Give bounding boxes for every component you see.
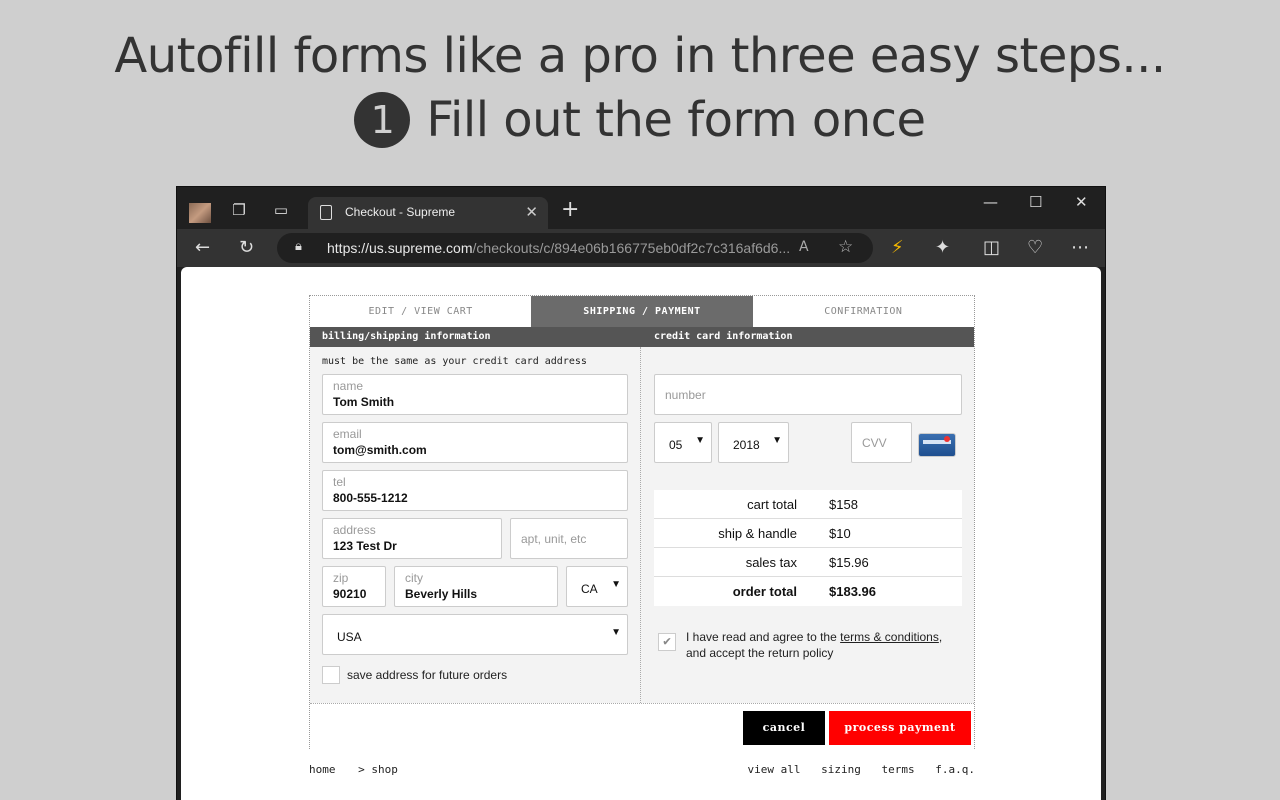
city-label: city xyxy=(405,571,423,585)
save-address-label: save address for future orders xyxy=(347,668,508,682)
chevron-down-icon: ▼ xyxy=(611,627,621,638)
tel-value: 800-555-1212 xyxy=(333,491,408,505)
step-edit-cart[interactable]: EDIT / VIEW CART xyxy=(310,296,531,327)
footer-terms-link[interactable]: terms xyxy=(882,763,915,776)
address-label: address xyxy=(333,523,376,537)
footer-shop-link[interactable]: > shop xyxy=(358,763,398,776)
exp-month-select[interactable]: 05 ▼ xyxy=(654,422,712,463)
step-number-badge: 1 xyxy=(354,92,411,148)
totals-row: sales tax $15.96 xyxy=(654,548,962,577)
footer-home-link[interactable]: home xyxy=(309,763,336,776)
chevron-down-icon: ▼ xyxy=(611,579,621,590)
checkout-form: EDIT / VIEW CART SHIPPING / PAYMENT CONF… xyxy=(309,295,975,749)
checkmark-icon: ✔ xyxy=(663,634,671,649)
city-field[interactable]: city Beverly Hills xyxy=(394,566,558,607)
maximize-icon[interactable]: ☐ xyxy=(1029,193,1042,211)
tab-checkout[interactable]: Checkout - Supreme ✕ xyxy=(308,197,548,229)
close-tab-icon[interactable]: ✕ xyxy=(525,203,538,221)
back-icon[interactable]: ← xyxy=(195,238,210,258)
workspaces-icon[interactable]: ❐ xyxy=(230,201,248,219)
page-viewport: EDIT / VIEW CART SHIPPING / PAYMENT CONF… xyxy=(181,267,1101,800)
city-value: Beverly Hills xyxy=(405,587,478,601)
order-totals: cart total $158 ship & handle $10 sales ta… xyxy=(654,490,962,606)
chevron-down-icon: ▼ xyxy=(695,435,705,446)
name-label: name xyxy=(333,379,364,393)
billing-heading: billing/shipping information xyxy=(322,331,491,342)
footer-sizing-link[interactable]: sizing xyxy=(821,763,861,776)
card-section: number 05 ▼ 2018 ▼ CVV cart total $158 s… xyxy=(642,347,974,703)
page-icon xyxy=(320,205,332,220)
country-select[interactable]: USA ▼ xyxy=(322,614,628,655)
billing-note: must be the same as your credit card add… xyxy=(322,356,587,367)
address-value: 123 Test Dr xyxy=(333,539,397,553)
footer-faq-link[interactable]: f.a.q. xyxy=(935,763,975,776)
tel-label: tel xyxy=(333,475,346,489)
cvv-field[interactable]: CVV xyxy=(851,422,912,463)
cancel-button[interactable]: cancel xyxy=(743,711,825,745)
address-bar[interactable]: 🔒︎ https://us.supreme.com/checkouts/c/89… xyxy=(277,233,873,263)
tel-field[interactable]: tel 800-555-1212 xyxy=(322,470,628,511)
terms-checkbox[interactable]: ✔ xyxy=(658,633,676,651)
close-window-icon[interactable]: ✕ xyxy=(1075,193,1088,211)
card-number-field[interactable]: number xyxy=(654,374,962,415)
credit-card-icon xyxy=(918,433,956,457)
favorite-star-icon[interactable]: ☆ xyxy=(838,237,853,257)
tab-title: Checkout - Supreme xyxy=(345,205,456,219)
exp-year-value: 2018 xyxy=(733,438,760,452)
card-heading: credit card information xyxy=(654,331,793,342)
name-value: Tom Smith xyxy=(333,395,395,409)
process-payment-button[interactable]: process payment xyxy=(829,711,971,745)
exp-year-select[interactable]: 2018 ▼ xyxy=(718,422,789,463)
apt-placeholder: apt, unit, etc xyxy=(521,532,587,546)
url-text: https://us.supreme.com/checkouts/c/894e0… xyxy=(327,240,791,256)
section-headers: billing/shipping information credit card… xyxy=(310,327,974,347)
name-field[interactable]: name Tom Smith xyxy=(322,374,628,415)
footer-view-all-link[interactable]: view all xyxy=(748,763,801,776)
totals-row: cart total $158 xyxy=(654,490,962,519)
address-field[interactable]: address 123 Test Dr xyxy=(322,518,502,559)
tab-bar: ❐ ▭ Checkout - Supreme ✕ + — ☐ ✕ xyxy=(177,187,1105,229)
chevron-down-icon: ▼ xyxy=(772,435,782,446)
terms-label: I have read and agree to the terms & con… xyxy=(686,630,943,660)
more-menu-icon[interactable]: ⋯ xyxy=(1071,238,1089,258)
zip-label: zip xyxy=(333,571,349,585)
lock-icon[interactable]: 🔒︎ xyxy=(295,239,302,254)
apt-field[interactable]: apt, unit, etc xyxy=(510,518,628,559)
terms-link[interactable]: terms & conditions xyxy=(840,630,939,644)
totals-row: ship & handle $10 xyxy=(654,519,962,548)
state-value: CA xyxy=(581,582,598,596)
split-screen-icon[interactable]: ◫ xyxy=(983,238,1000,258)
order-total-row: order total $183.96 xyxy=(654,577,962,606)
refresh-icon[interactable]: ↻ xyxy=(239,238,254,258)
new-tab-icon[interactable]: + xyxy=(561,199,579,221)
country-value: USA xyxy=(337,630,362,644)
promo-headline: Autofill forms like a pro in three easy … xyxy=(114,28,1166,84)
step-confirmation: CONFIRMATION xyxy=(824,306,903,317)
email-value: tom@smith.com xyxy=(333,443,427,457)
form-actions: cancel process payment xyxy=(310,703,974,749)
save-address-checkbox[interactable] xyxy=(322,666,340,684)
card-number-placeholder: number xyxy=(665,388,706,402)
browser-window: ❐ ▭ Checkout - Supreme ✕ + — ☐ ✕ ← ↻ 🔒︎ … xyxy=(176,186,1106,800)
exp-month-value: 05 xyxy=(669,438,683,452)
extension-autofill-icon[interactable]: ⚡ xyxy=(891,238,904,258)
billing-section: must be the same as your credit card add… xyxy=(310,347,641,703)
nav-bar: ← ↻ 🔒︎ https://us.supreme.com/checkouts/… xyxy=(177,229,1105,267)
minimize-icon[interactable]: — xyxy=(983,193,998,211)
zip-value: 90210 xyxy=(333,587,367,601)
browser-essentials-icon[interactable]: ♡ xyxy=(1027,238,1043,258)
vertical-tabs-icon[interactable]: ▭ xyxy=(272,201,290,219)
step-shipping-payment[interactable]: SHIPPING / PAYMENT xyxy=(531,296,753,327)
profile-icon[interactable] xyxy=(189,203,211,223)
zip-field[interactable]: zip 90210 xyxy=(322,566,386,607)
cvv-placeholder: CVV xyxy=(862,436,887,450)
state-select[interactable]: CA ▼ xyxy=(566,566,628,607)
promo-step-text: Fill out the form once xyxy=(426,92,926,148)
checkout-steps: EDIT / VIEW CART SHIPPING / PAYMENT CONF… xyxy=(310,296,974,327)
read-aloud-icon[interactable]: A xyxy=(799,239,809,255)
extensions-icon[interactable]: ✦ xyxy=(935,238,950,258)
promo-subheadline: 1 Fill out the form once xyxy=(0,92,1280,148)
email-label: email xyxy=(333,427,362,441)
email-field[interactable]: email tom@smith.com xyxy=(322,422,628,463)
